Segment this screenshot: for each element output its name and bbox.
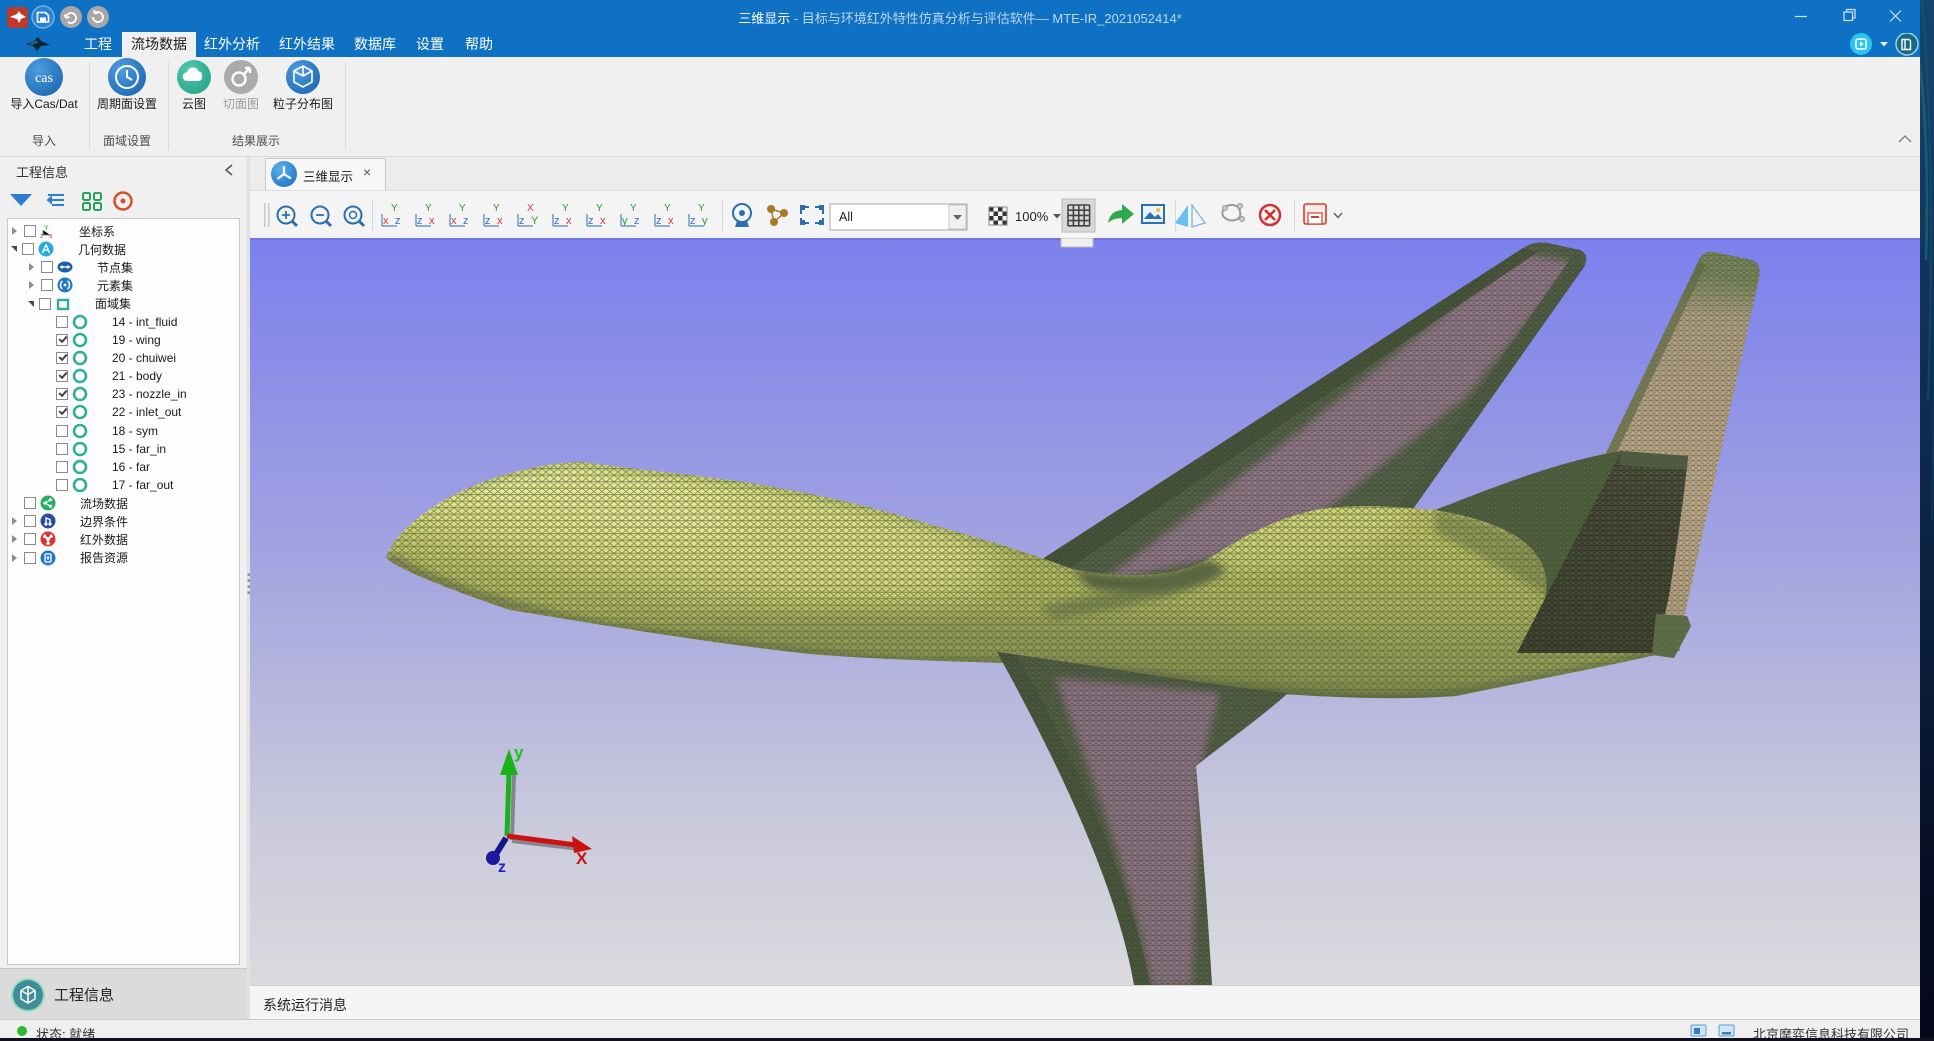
svg-text:z: z <box>498 859 506 876</box>
svg-text:X: X <box>527 203 534 214</box>
svg-text:x: x <box>600 215 606 227</box>
svg-text:z: z <box>417 215 423 227</box>
svg-text:cas: cas <box>35 71 53 86</box>
svg-text:x: x <box>429 215 435 227</box>
svg-text:x: x <box>383 215 389 227</box>
svg-text:x: x <box>668 215 674 227</box>
svg-text:Y: Y <box>596 203 603 214</box>
svg-text:z: z <box>634 215 640 227</box>
svg-text:y: y <box>702 215 708 227</box>
svg-text:y: y <box>514 743 524 762</box>
svg-text:100%: 100% <box>1015 209 1049 224</box>
svg-text:Y: Y <box>630 203 637 214</box>
svg-text:z: z <box>395 215 401 227</box>
svg-text:Y: Y <box>391 203 398 214</box>
svg-text:Y: Y <box>698 203 705 214</box>
svg-text:z: z <box>554 215 560 227</box>
svg-text:Y: Y <box>531 215 539 227</box>
svg-text:Y: Y <box>44 225 49 232</box>
svg-text:x: x <box>451 215 457 227</box>
svg-text:y: y <box>622 215 628 227</box>
svg-text:x: x <box>49 233 53 239</box>
svg-text:Y: Y <box>664 203 671 214</box>
svg-text:x: x <box>497 215 503 227</box>
svg-text:Y: Y <box>493 203 500 214</box>
svg-text:X: X <box>576 849 588 868</box>
svg-text:x: x <box>566 215 572 227</box>
svg-text:z: z <box>690 215 696 227</box>
svg-text:z: z <box>463 215 469 227</box>
svg-text:Y: Y <box>562 203 569 214</box>
svg-text:z: z <box>588 215 594 227</box>
svg-text:z: z <box>40 233 44 239</box>
svg-text:Y: Y <box>459 203 466 214</box>
svg-text:z: z <box>519 215 525 227</box>
svg-text:z: z <box>656 215 662 227</box>
svg-text:z: z <box>485 215 491 227</box>
svg-text:All: All <box>839 210 853 224</box>
svg-text:Y: Y <box>425 203 432 214</box>
